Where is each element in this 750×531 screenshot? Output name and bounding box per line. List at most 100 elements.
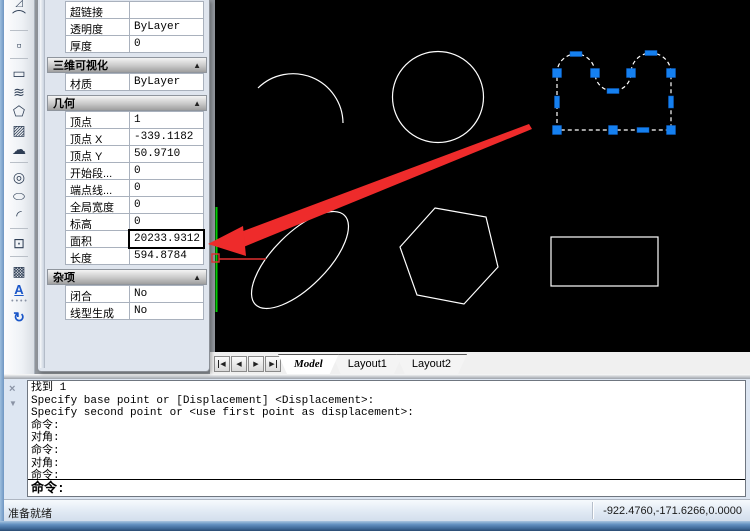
collapse-arrow-icon[interactable]: ▲ bbox=[193, 273, 201, 282]
grip-vertex[interactable] bbox=[666, 68, 676, 78]
ellipse-entity[interactable] bbox=[236, 196, 363, 323]
grip-vertex[interactable] bbox=[666, 125, 676, 135]
property-value[interactable]: 0 bbox=[129, 35, 204, 53]
rectangle-entity[interactable] bbox=[550, 236, 659, 287]
palette-section-header[interactable]: 三维可视化 ▲ bbox=[47, 57, 207, 73]
fillet-arc-icon[interactable]: ◜ bbox=[7, 205, 31, 224]
polygon-tool-icon[interactable]: ⬠ bbox=[7, 101, 31, 120]
spline-edit-icon[interactable]: ⌒ bbox=[7, 7, 31, 26]
property-value-selected[interactable]: 20233.9312 bbox=[128, 229, 205, 249]
property-value[interactable]: 0 bbox=[129, 196, 204, 214]
property-row: 顶点 X -339.1182 bbox=[65, 128, 204, 146]
grip-vertex[interactable] bbox=[608, 125, 618, 135]
circle-entity[interactable] bbox=[391, 50, 485, 144]
toolbar-divider bbox=[10, 26, 28, 35]
property-value[interactable]: No bbox=[129, 302, 204, 320]
collapse-arrow-icon[interactable]: ▲ bbox=[193, 99, 201, 108]
grip-midpoint[interactable] bbox=[554, 95, 560, 109]
last-tab-button[interactable]: ▶ bbox=[265, 356, 281, 372]
property-row: 顶点 Y 50.9710 bbox=[65, 145, 204, 163]
regen-icon[interactable]: ↻ bbox=[7, 307, 31, 326]
command-history-line: 对角: bbox=[31, 432, 60, 445]
donut-icon[interactable]: ◎ bbox=[7, 167, 31, 186]
close-icon[interactable]: × bbox=[9, 383, 15, 395]
property-row: 长度 594.8784 bbox=[65, 247, 204, 265]
tab-nav-buttons: ◀ ◀ ▶ ▶ bbox=[214, 356, 281, 372]
property-row: 透明度 ByLayer bbox=[65, 18, 204, 36]
grip-midpoint[interactable] bbox=[636, 127, 650, 133]
property-value[interactable]: ByLayer bbox=[129, 18, 204, 36]
section-title: 几何 bbox=[53, 98, 75, 110]
hexagon-entity[interactable] bbox=[399, 207, 499, 305]
ellipse-tool-icon[interactable]: ⬭ bbox=[7, 186, 31, 205]
property-value[interactable]: ByLayer bbox=[129, 73, 204, 91]
grip-squares[interactable] bbox=[552, 50, 676, 135]
point-icon[interactable]: ▫ bbox=[7, 35, 31, 54]
text-tool-icon[interactable]: A bbox=[7, 280, 31, 299]
property-label: 材质 bbox=[65, 73, 129, 91]
grip-vertex[interactable] bbox=[552, 125, 562, 135]
command-window: × ▼ 找到 1 Specify base point or [Displacem… bbox=[0, 379, 750, 499]
property-value[interactable]: 1 bbox=[129, 111, 204, 129]
first-tab-button[interactable]: ◀ bbox=[214, 356, 230, 372]
layout-tabstrip: ◀ ◀ ▶ ▶ Model Layout1 Layout2 bbox=[210, 352, 750, 374]
revision-cloud-icon[interactable]: ☁ bbox=[7, 139, 31, 158]
grip-vertex[interactable] bbox=[626, 68, 636, 78]
insert-block-icon[interactable]: ⊡ bbox=[7, 233, 31, 252]
canvas-svg bbox=[215, 50, 676, 323]
property-row: 面积 20233.9312 bbox=[65, 229, 205, 249]
property-value[interactable]: 0 bbox=[129, 162, 204, 180]
prev-tab-button[interactable]: ◀ bbox=[231, 356, 247, 372]
section-title: 杂项 bbox=[53, 272, 75, 284]
command-text-area[interactable]: 找到 1 Specify base point or [Displacement]… bbox=[27, 380, 746, 497]
property-value[interactable]: -339.1182 bbox=[129, 128, 204, 146]
property-label: 端点线... bbox=[65, 179, 129, 197]
grip-midpoint[interactable] bbox=[644, 50, 658, 56]
grip-vertex[interactable] bbox=[590, 68, 600, 78]
clipped-top-icon[interactable]: ◿ bbox=[7, 0, 31, 7]
tab-layout2[interactable]: Layout2 bbox=[396, 354, 467, 374]
status-bar: 准备就绪 -922.4760,-171.6266,0.0000 bbox=[0, 499, 750, 521]
grip-midpoint[interactable] bbox=[569, 51, 583, 57]
grip-midpoint[interactable] bbox=[668, 95, 674, 109]
grip-vertex[interactable] bbox=[552, 68, 562, 78]
drawing-canvas[interactable] bbox=[215, 0, 750, 352]
property-value[interactable]: 0 bbox=[129, 213, 204, 231]
palette-grab-bar[interactable] bbox=[40, 0, 45, 368]
status-divider bbox=[592, 502, 594, 519]
arc-entity[interactable] bbox=[257, 73, 344, 124]
expand-history-icon[interactable]: ▼ bbox=[9, 399, 17, 408]
property-label: 长度 bbox=[65, 247, 129, 265]
palette-body: 超链接 透明度 ByLayer 厚度 0 三维可视化 ▲ 材质 ByLayer 几何 ▲ 顶点 1 顶点 … bbox=[47, 1, 209, 320]
command-history-line: 命令: bbox=[31, 419, 60, 432]
collapse-arrow-icon[interactable]: ▲ bbox=[193, 61, 201, 70]
toolbar-divider bbox=[10, 54, 28, 63]
layout-tabs: Model Layout1 Layout2 bbox=[285, 354, 467, 374]
command-history: 找到 1 Specify base point or [Displacement]… bbox=[28, 381, 745, 479]
tab-model[interactable]: Model bbox=[278, 354, 339, 374]
property-row: 顶点 1 bbox=[65, 111, 204, 129]
hatch-icon[interactable]: ▩ bbox=[7, 261, 31, 280]
property-row: 标高 0 bbox=[65, 213, 204, 231]
command-gutter: × ▼ bbox=[4, 379, 27, 499]
draw-toolbar: ◿ ⌒ ▫ ▭ ≋ ⬠ ▨ ☁ ◎ ⬭ ◜ ⊡ ▩ A • • • • ↻ bbox=[4, 0, 35, 379]
property-value[interactable]: 594.8784 bbox=[129, 247, 204, 265]
property-value[interactable] bbox=[129, 1, 204, 19]
property-label: 全局宽度 bbox=[65, 196, 129, 214]
command-input-line[interactable]: 命令: bbox=[28, 479, 745, 496]
palette-section-header[interactable]: 几何 ▲ bbox=[47, 95, 207, 111]
palette-section-header[interactable]: 杂项 ▲ bbox=[47, 269, 207, 285]
toolbar-divider bbox=[10, 158, 28, 167]
boundary-hatch-icon[interactable]: ▨ bbox=[7, 120, 31, 139]
tab-layout1[interactable]: Layout1 bbox=[332, 354, 403, 374]
property-value[interactable]: 50.9710 bbox=[129, 145, 204, 163]
grip-midpoint[interactable] bbox=[606, 88, 620, 94]
spline-icon[interactable]: ≋ bbox=[7, 82, 31, 101]
property-row: 超链接 bbox=[65, 1, 204, 19]
property-value[interactable]: 0 bbox=[129, 179, 204, 197]
property-value[interactable]: No bbox=[129, 285, 204, 303]
window-left-border bbox=[0, 0, 4, 521]
next-tab-button[interactable]: ▶ bbox=[248, 356, 264, 372]
rectangle-tool-icon[interactable]: ▭ bbox=[7, 63, 31, 82]
coordinates-readout: -922.4760,-171.6266,0.0000 bbox=[603, 505, 742, 517]
